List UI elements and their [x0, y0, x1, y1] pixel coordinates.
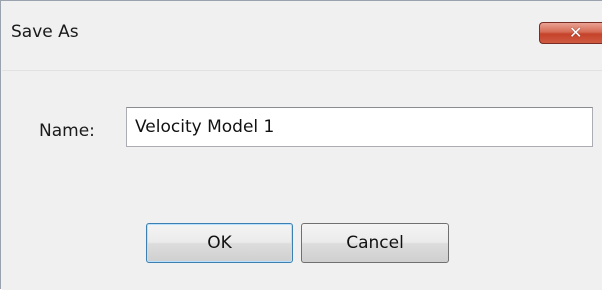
dialog-body: Name: OK Cancel — [2, 71, 602, 290]
name-input[interactable] — [126, 107, 593, 147]
save-as-dialog: Save As ✕ Name: OK Cancel — [0, 0, 602, 290]
cancel-button[interactable]: Cancel — [301, 223, 449, 263]
title-bar[interactable]: Save As ✕ — [2, 2, 602, 71]
ok-button[interactable]: OK — [146, 223, 293, 263]
close-button[interactable]: ✕ — [539, 22, 602, 44]
name-label: Name: — [39, 121, 95, 141]
dialog-title: Save As — [11, 22, 79, 42]
close-icon: ✕ — [569, 23, 583, 42]
